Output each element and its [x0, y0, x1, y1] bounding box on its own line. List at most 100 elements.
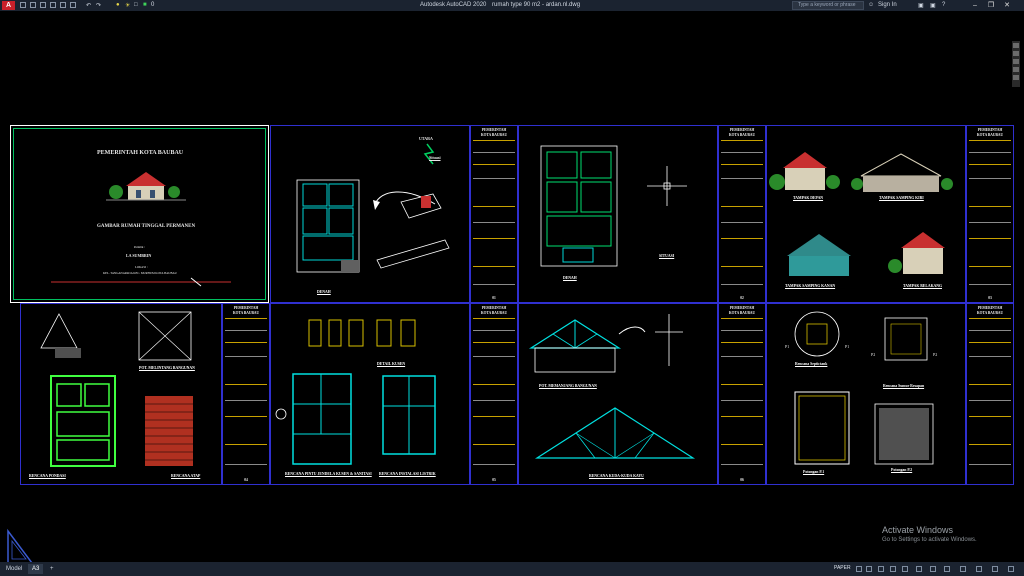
minimize-button[interactable]: –: [968, 0, 982, 11]
sheet-number: 05: [492, 478, 496, 482]
potongan-p1-caption: Potongan P.1: [803, 470, 825, 474]
search-input[interactable]: Type a keyword or phrase: [792, 1, 864, 10]
denah-plan-drawing: [296, 179, 450, 273]
sheet-denah-2[interactable]: DENAH SITUASI: [518, 125, 718, 303]
rencana-pintu-caption: RENCANA PINTU JENDELA KUSEN & SANITASI: [285, 472, 372, 476]
ortho-icon[interactable]: [878, 566, 884, 572]
titleblock-heading: PEMERINTAH: [729, 306, 755, 310]
titleblock-sheet-04[interactable]: PEMERINTAH KOTA BAUBAU 04: [222, 303, 270, 485]
sign-in-link[interactable]: Sign In: [878, 2, 897, 8]
autocad-logo[interactable]: A: [2, 1, 15, 10]
p1b-label: P1: [845, 344, 850, 349]
add-layout-tab-button[interactable]: +: [46, 564, 58, 574]
titleblock-subheading: KOTA BAUBAU: [728, 311, 756, 315]
cover-heading: PEMERINTAH KOTA BAUBAU: [97, 150, 184, 156]
grid-icon[interactable]: [856, 566, 862, 572]
plot-icon[interactable]: [60, 2, 66, 8]
sun-icon[interactable]: ☀: [125, 2, 130, 9]
sheet-number: 01: [492, 296, 496, 300]
north-label: UTARA: [419, 136, 433, 141]
sheet-number: 04: [244, 478, 248, 482]
sheet-number: 03: [988, 296, 992, 300]
titleblock-subheading: KOTA BAUBAU: [976, 133, 1004, 137]
titleblock-heading: PEMERINTAH: [481, 128, 507, 132]
customize-icon[interactable]: [1008, 566, 1014, 572]
titleblock-sheet-02[interactable]: PEMERINTAH KOTA BAUBAU 02: [718, 125, 766, 303]
cart-icon[interactable]: ▣: [918, 2, 924, 9]
snap-icon[interactable]: [866, 566, 872, 572]
clean-screen-icon[interactable]: [992, 566, 998, 572]
titleblock-sheet-01[interactable]: PEMERINTAH KOTA BAUBAU 01: [470, 125, 518, 303]
cover-house-image: [106, 172, 186, 201]
denah-plan-drawing-2: [540, 145, 618, 267]
undo-icon[interactable]: ↶: [86, 2, 91, 9]
tampak-samping-kanan-caption: TAMPAK SAMPING KANAN: [785, 284, 836, 288]
titleblock-sheet-06[interactable]: PEMERINTAH KOTA BAUBAU 06: [718, 303, 766, 485]
paper-space-toggle[interactable]: PAPER: [834, 565, 851, 571]
north-arrow-icon: [423, 143, 435, 165]
autodesk-apps-icon[interactable]: ▣: [930, 2, 936, 9]
document-name: rumah type 90 m2 - ardan.nl.dwg: [492, 2, 581, 8]
isolate-icon[interactable]: [960, 566, 966, 572]
sheet-pondasi-atap[interactable]: POT. MELINTANG BANGUNAN RENCANA PONDASI …: [20, 303, 222, 485]
lightbulb-icon[interactable]: ●: [116, 2, 120, 8]
titleblock-sheet-03[interactable]: PEMERINTAH KOTA BAUBAU 03: [966, 125, 1014, 303]
titleblock-sheet-05[interactable]: PEMERINTAH KOTA BAUBAU 05: [470, 303, 518, 485]
user-icon[interactable]: ☺: [868, 2, 874, 8]
pot-melintang-caption: POT. MELINTANG BANGUNAN: [139, 366, 195, 370]
polar-icon[interactable]: [890, 566, 896, 572]
rencana-septictank-caption: Rencana Septictank: [795, 362, 828, 366]
lock-icon[interactable]: □: [134, 2, 138, 8]
cover-sheet[interactable]: PEMERINTAH KOTA BAUBAU GAMBAR RUMAH TING…: [10, 125, 269, 303]
cover-location: KEL. TANGANAPADA KEC. MURHUM KOTA BAUBAU: [103, 271, 177, 275]
workspace-icon[interactable]: [944, 566, 950, 572]
osnap-icon[interactable]: [902, 566, 908, 572]
titleblock-heading: PEMERINTAH: [729, 128, 755, 132]
sheet-number: 02: [740, 296, 744, 300]
sheet-kuda-kuda[interactable]: POT. MEMANJANG BANGUNAN RENCANA KUDA-KUD…: [518, 303, 718, 485]
titleblock-subheading: KOTA BAUBAU: [728, 133, 756, 137]
p2a-label: P2: [871, 352, 876, 357]
rencana-sumur-caption: Rencana Sumur Resapan: [883, 384, 925, 388]
titleblock-subheading: KOTA BAUBAU: [480, 133, 508, 137]
redo-icon[interactable]: ↷: [96, 2, 101, 9]
cover-location-label: LOKASI :: [135, 265, 148, 269]
denah-caption-2: DENAH: [563, 276, 577, 280]
restore-button[interactable]: ❐: [984, 0, 998, 11]
lineweight-icon[interactable]: [916, 566, 922, 572]
p1a-label: P1: [785, 344, 790, 349]
layer-icon[interactable]: ■: [143, 2, 147, 8]
new-icon[interactable]: [20, 2, 26, 8]
help-icon[interactable]: ?: [942, 2, 945, 8]
tab-model[interactable]: Model: [2, 564, 26, 574]
cover-owner: LA SUMBRIN: [126, 253, 152, 258]
pondasi-atap-drawing: [40, 311, 193, 467]
tab-a3-layout[interactable]: A3: [28, 564, 44, 574]
save-as-icon[interactable]: [50, 2, 56, 8]
status-bar: Model A3 + PAPER: [0, 562, 1024, 576]
titleblock-sheet-07[interactable]: PEMERINTAH KOTA BAUBAU: [966, 303, 1014, 485]
title-bar: A ↶ ↷ ● ☀ □ ■ 0 Autodesk AutoCAD 2020 ru…: [0, 0, 1024, 11]
rencana-listrik-caption: RENCANA INSTALASI LISTRIK: [379, 472, 436, 476]
open-icon[interactable]: [30, 2, 36, 8]
save-icon[interactable]: [40, 2, 46, 8]
viewcube-nav-bar[interactable]: [1012, 41, 1020, 87]
sheet-septictank[interactable]: P1 P1 P2 P2 Rencana Septictank Rencana S…: [766, 303, 966, 485]
share-icon[interactable]: [70, 2, 76, 8]
sheet-kusen-listrik[interactable]: DETAIL KUSEN RENCANA PINTU JENDELA KUSEN…: [270, 303, 470, 485]
annotation-icon[interactable]: [930, 566, 936, 572]
sheet-tampak[interactable]: TAMPAK DEPAN TAMPAK SAMPING KIRI TAMPAK …: [766, 125, 966, 303]
titleblock-heading: PEMERINTAH: [977, 128, 1003, 132]
drawing-canvas[interactable]: PEMERINTAH KOTA BAUBAU GAMBAR RUMAH TING…: [0, 11, 1024, 564]
tampak-elevations-drawing: [769, 152, 953, 276]
potongan-p2-caption: Potongan P.2: [891, 468, 913, 472]
sheet-denah-situasi[interactable]: UTARA Situasi DENAH: [270, 125, 470, 303]
tampak-depan-caption: TAMPAK DEPAN: [793, 196, 824, 200]
cover-title: GAMBAR RUMAH TINGGAL PERMANEN: [97, 224, 196, 229]
close-button[interactable]: ✕: [1000, 0, 1014, 11]
titleblock-subheading: KOTA BAUBAU: [480, 311, 508, 315]
tampak-samping-kiri-caption: TAMPAK SAMPING KIRI: [879, 196, 924, 200]
layer-name[interactable]: 0: [151, 2, 154, 8]
titleblock-heading: PEMERINTAH: [977, 306, 1003, 310]
hardware-accel-icon[interactable]: [976, 566, 982, 572]
